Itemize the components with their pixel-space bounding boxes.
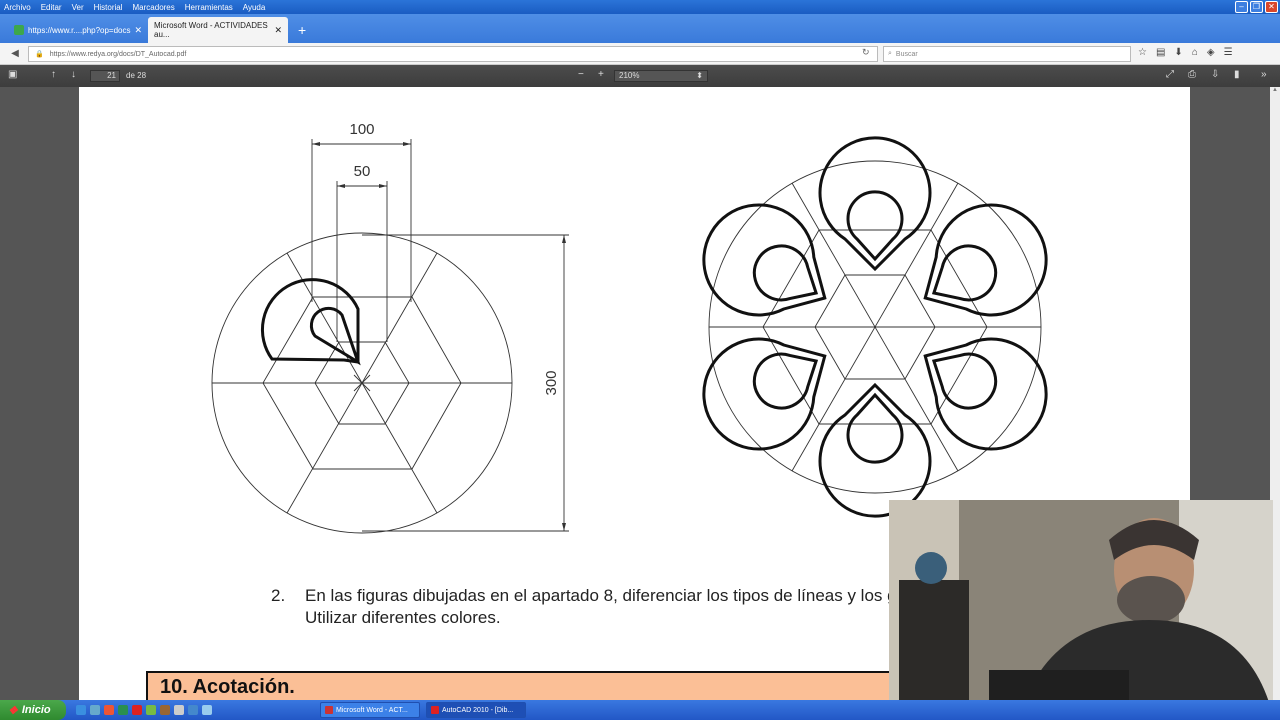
navigation-bar: ◀ 🔒 https://www.redya.org/docs/DT_Autoca… bbox=[0, 43, 1280, 65]
autocad-icon bbox=[431, 706, 439, 714]
app-icon[interactable] bbox=[118, 705, 128, 715]
reload-icon[interactable]: ↻ bbox=[862, 47, 870, 58]
chevron-down-icon: ⬍ bbox=[696, 71, 703, 80]
dimension-label-100: 100 bbox=[349, 121, 374, 138]
menu-marcadores[interactable]: Marcadores bbox=[133, 3, 175, 12]
app-icon[interactable] bbox=[160, 705, 170, 715]
url-bar[interactable]: 🔒 https://www.redya.org/docs/DT_Autocad.… bbox=[28, 46, 878, 62]
page-count: de 28 bbox=[126, 71, 147, 80]
bookmark-icon[interactable]: ▮ bbox=[1234, 69, 1240, 80]
home-icon[interactable]: ⌂ bbox=[1192, 47, 1198, 58]
windows-logo-icon: ❖ bbox=[8, 704, 18, 717]
section-heading: 10. Acotación. bbox=[146, 671, 906, 700]
dimension-label-50: 50 bbox=[354, 163, 371, 180]
taskbar: ❖ Inicio Microsoft Word - ACT... AutoCAD… bbox=[0, 700, 1280, 720]
webcam-overlay bbox=[889, 500, 1273, 716]
item-text-line2: Utilizar diferentes colores. bbox=[305, 608, 501, 627]
menu-herramientas[interactable]: Herramientas bbox=[185, 3, 233, 12]
site-favicon-icon bbox=[14, 25, 24, 35]
reading-list-icon[interactable]: ▤ bbox=[1156, 47, 1165, 58]
construction-hexagons bbox=[709, 182, 1041, 472]
right-figure bbox=[702, 136, 1048, 518]
app-icon[interactable] bbox=[174, 705, 184, 715]
petal-inner bbox=[931, 352, 998, 410]
menu-bar: Archivo Editar Ver Historial Marcadores … bbox=[0, 0, 1280, 14]
zoom-out-icon[interactable]: − bbox=[578, 69, 584, 80]
minimize-button[interactable]: – bbox=[1235, 1, 1248, 13]
pdf-toolbar: ▣ ↑ ↓ 21 de 28 − + 210% ⬍ ⤢ ⎙ ⇩ ▮ » bbox=[0, 65, 1280, 87]
tab-close-icon[interactable]: ✕ bbox=[274, 25, 282, 36]
restore-button[interactable]: ❐ bbox=[1250, 1, 1263, 13]
app-icon[interactable] bbox=[104, 705, 114, 715]
tab-bar: https://www.r....php?op=docs ✕ Microsoft… bbox=[0, 14, 1280, 43]
ie-icon[interactable] bbox=[76, 705, 86, 715]
bookmark-star-icon[interactable]: ☆ bbox=[1138, 47, 1147, 58]
download-icon[interactable]: ⬇ bbox=[1174, 47, 1182, 58]
petal-inner bbox=[752, 244, 819, 302]
save-icon[interactable]: ⇩ bbox=[1211, 69, 1219, 80]
tab-label: Microsoft Word - ACTIVIDADES au... bbox=[154, 21, 268, 39]
search-placeholder: Buscar bbox=[895, 50, 918, 58]
menu-editar[interactable]: Editar bbox=[41, 3, 62, 12]
nav-icons: ☆ ▤ ⬇ ⌂ ◈ ☰ bbox=[1138, 47, 1233, 58]
task-label: Microsoft Word - ACT... bbox=[336, 706, 408, 714]
left-figure bbox=[211, 139, 569, 534]
sidebar-toggle-icon[interactable]: ▣ bbox=[8, 69, 17, 80]
item-text-line1: En las figuras dibujadas en el apartado … bbox=[305, 586, 912, 605]
teardrop-shape bbox=[261, 278, 361, 366]
tab-label: https://www.r....php?op=docs bbox=[28, 25, 131, 35]
fullscreen-icon[interactable]: ⤢ bbox=[1166, 69, 1174, 80]
tab-close-icon[interactable]: ✕ bbox=[134, 25, 142, 36]
app-icon[interactable] bbox=[188, 705, 198, 715]
app-icon[interactable] bbox=[146, 705, 156, 715]
pocket-icon[interactable]: ◈ bbox=[1207, 47, 1215, 58]
petal-inner bbox=[931, 244, 998, 302]
start-button[interactable]: ❖ Inicio bbox=[0, 700, 66, 720]
print-icon[interactable]: ⎙ bbox=[1188, 69, 1196, 80]
firefox-icon bbox=[325, 706, 333, 714]
back-arrow-icon[interactable]: ◀ bbox=[8, 47, 22, 61]
explorer-icon[interactable] bbox=[90, 705, 100, 715]
task-label: AutoCAD 2010 - [Dib... bbox=[442, 706, 514, 714]
scroll-up-icon[interactable]: ▲ bbox=[1270, 87, 1280, 93]
next-page-icon[interactable]: ↓ bbox=[71, 69, 76, 80]
dimension-label-300: 300 bbox=[543, 370, 560, 395]
zoom-value: 210% bbox=[619, 71, 640, 80]
search-icon: ⌕ bbox=[888, 50, 892, 57]
zoom-select[interactable]: 210% ⬍ bbox=[614, 70, 708, 82]
menu-ver[interactable]: Ver bbox=[72, 3, 84, 12]
task-autocad[interactable]: AutoCAD 2010 - [Dib... bbox=[426, 702, 526, 718]
zoom-in-icon[interactable]: + bbox=[598, 69, 604, 80]
petal-inner bbox=[752, 352, 819, 410]
page-number-input[interactable]: 21 bbox=[90, 70, 120, 82]
close-window-button[interactable]: ✕ bbox=[1265, 1, 1278, 13]
webcam-image bbox=[889, 500, 1273, 716]
app-icon[interactable] bbox=[132, 705, 142, 715]
tab-docs[interactable]: https://www.r....php?op=docs ✕ bbox=[8, 17, 148, 43]
quick-launch bbox=[76, 705, 212, 715]
app-icon[interactable] bbox=[202, 705, 212, 715]
screen: Archivo Editar Ver Historial Marcadores … bbox=[0, 0, 1280, 720]
menu-icon[interactable]: ☰ bbox=[1224, 47, 1233, 58]
previous-page-icon[interactable]: ↑ bbox=[51, 69, 56, 80]
menu-archivo[interactable]: Archivo bbox=[4, 3, 31, 12]
start-label: Inicio bbox=[21, 704, 51, 716]
window-controls: – ❐ ✕ bbox=[1235, 1, 1278, 13]
tools-menu-icon[interactable]: » bbox=[1261, 69, 1267, 80]
menu-ayuda[interactable]: Ayuda bbox=[243, 3, 266, 12]
search-input[interactable]: ⌕ Buscar bbox=[883, 46, 1131, 62]
petal-outer bbox=[818, 382, 932, 518]
lock-icon: 🔒 bbox=[35, 51, 44, 58]
menu-historial[interactable]: Historial bbox=[94, 3, 123, 12]
task-word[interactable]: Microsoft Word - ACT... bbox=[320, 702, 420, 718]
tab-word-doc[interactable]: Microsoft Word - ACTIVIDADES au... ✕ bbox=[148, 17, 288, 43]
url-text: https://www.redya.org/docs/DT_Autocad.pd… bbox=[49, 50, 187, 58]
new-tab-icon[interactable]: + bbox=[298, 22, 306, 38]
petal-outer bbox=[818, 136, 932, 272]
item-number: 2. bbox=[271, 586, 286, 605]
